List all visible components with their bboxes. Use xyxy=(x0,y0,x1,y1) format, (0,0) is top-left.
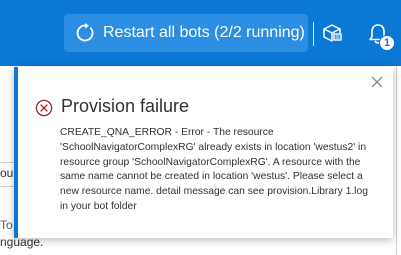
notification-message: CREATE_QNA_ERROR - Error - The resource … xyxy=(60,127,368,212)
notification-accent-bar xyxy=(14,67,18,238)
publish-icon[interactable] xyxy=(321,22,343,44)
error-icon xyxy=(35,99,53,117)
restart-all-bots-button[interactable]: Restart all bots (2/2 running) xyxy=(64,14,308,52)
notification-count-badge: 1 xyxy=(379,35,395,51)
provision-failure-notification: Provision failure CREATE_QNA_ERROR - Err… xyxy=(14,67,393,238)
restart-icon xyxy=(74,22,96,44)
background-vertical-divider xyxy=(396,66,397,255)
close-icon[interactable] xyxy=(371,75,383,88)
app-header: Restart all bots (2/2 running) 1 xyxy=(0,0,401,66)
background-text-ou: ou xyxy=(0,166,14,180)
toolbar-divider xyxy=(313,22,314,46)
restart-all-bots-label: Restart all bots (2/2 running) xyxy=(103,24,305,41)
background-divider xyxy=(0,186,14,187)
background-divider xyxy=(0,162,14,163)
notification-title: Provision failure xyxy=(61,96,190,116)
background-text-to: To xyxy=(0,218,13,232)
